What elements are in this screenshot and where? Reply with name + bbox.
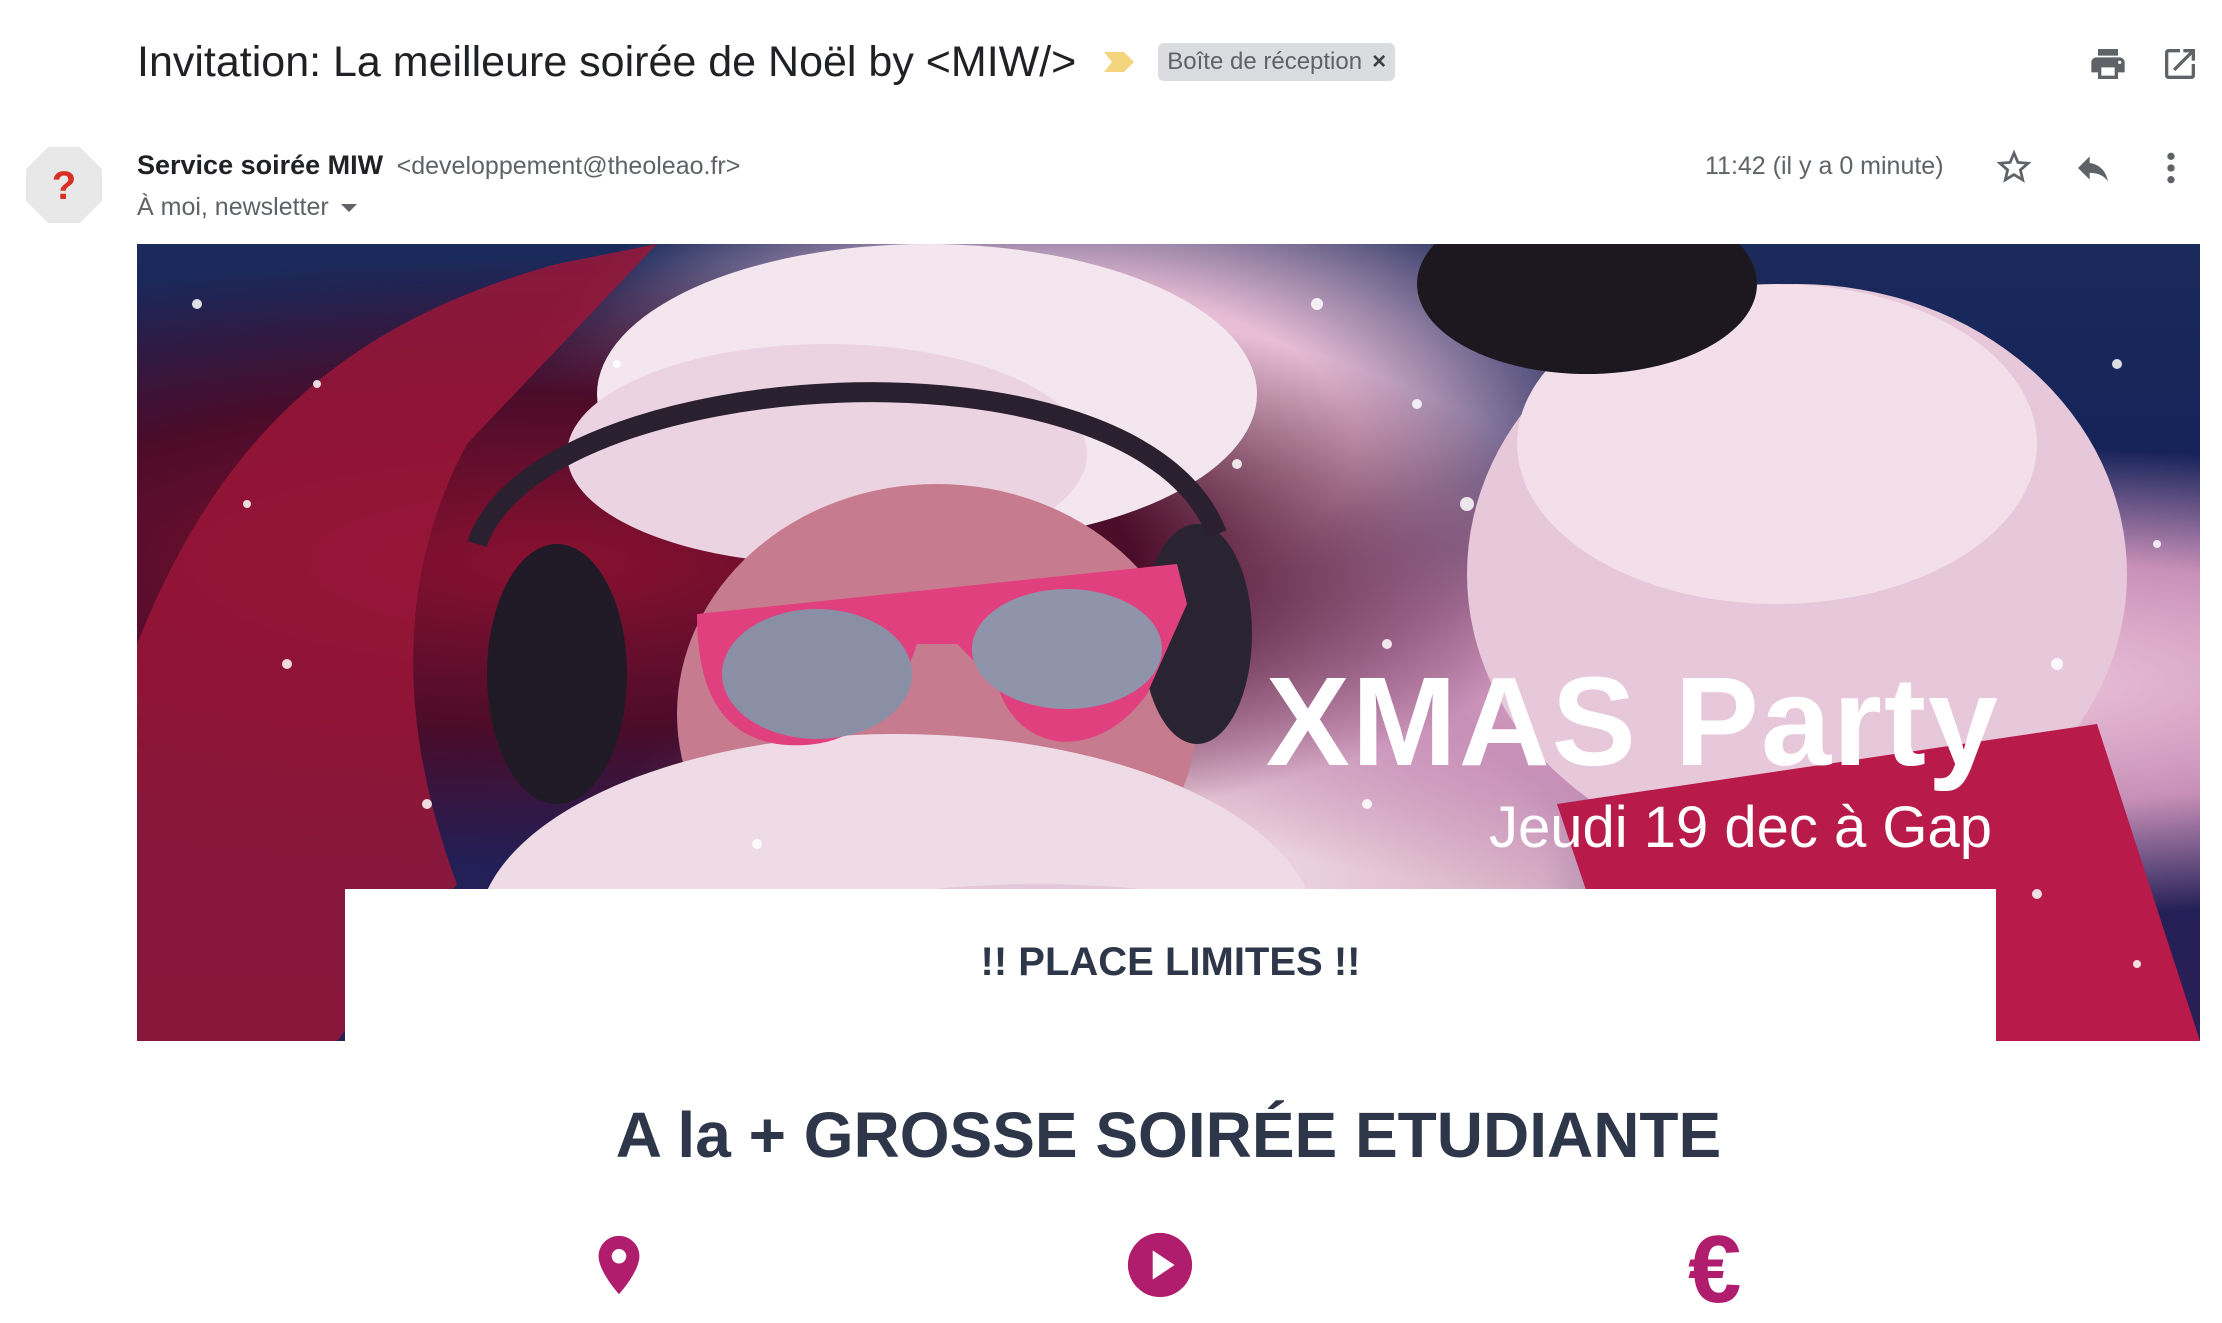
chevron-down-icon[interactable] bbox=[340, 203, 357, 212]
places-limited-text: !! PLACE LIMITES !! bbox=[980, 940, 1361, 984]
map-pin-icon bbox=[598, 1235, 640, 1295]
reply-icon[interactable] bbox=[2072, 148, 2114, 188]
email-timestamp: 11:42 (il y a 0 minute) bbox=[1705, 152, 1944, 180]
more-vert-icon[interactable] bbox=[2156, 148, 2186, 188]
banner-subtitle: Jeudi 19 dec à Gap bbox=[1488, 795, 1992, 860]
euro-icon: € bbox=[1688, 1216, 1742, 1323]
remove-label-icon[interactable]: × bbox=[1372, 48, 1386, 76]
sender-name[interactable]: Service soirée MIW bbox=[137, 150, 383, 180]
print-icon[interactable] bbox=[2088, 44, 2128, 84]
avatar-glyph: ? bbox=[52, 164, 76, 208]
inbox-label-chip: Boîte de réception × bbox=[1158, 43, 1396, 81]
banner-title: XMAS Party bbox=[1265, 651, 2000, 792]
sender-line: Service soirée MIW <developpement@theole… bbox=[137, 150, 740, 181]
newsletter-headline: A la + GROSSE SOIRÉE ETUDIANTE bbox=[615, 1099, 1722, 1171]
recipients-dropdown[interactable]: À moi, newsletter bbox=[137, 193, 357, 222]
subject-row: Invitation: La meilleure soirée de Noël … bbox=[137, 32, 1396, 92]
inbox-label-text: Boîte de réception bbox=[1167, 48, 1363, 75]
star-icon[interactable] bbox=[1993, 146, 2035, 188]
play-icon bbox=[1127, 1232, 1193, 1298]
open-in-new-icon[interactable] bbox=[2160, 44, 2200, 84]
importance-marker-icon[interactable] bbox=[1102, 50, 1136, 74]
sender-email: <developpement@theoleao.fr> bbox=[396, 152, 741, 180]
email-subject: Invitation: La meilleure soirée de Noël … bbox=[137, 37, 1077, 86]
sender-avatar: ? bbox=[26, 147, 102, 223]
recipients-text: À moi, newsletter bbox=[137, 193, 329, 221]
